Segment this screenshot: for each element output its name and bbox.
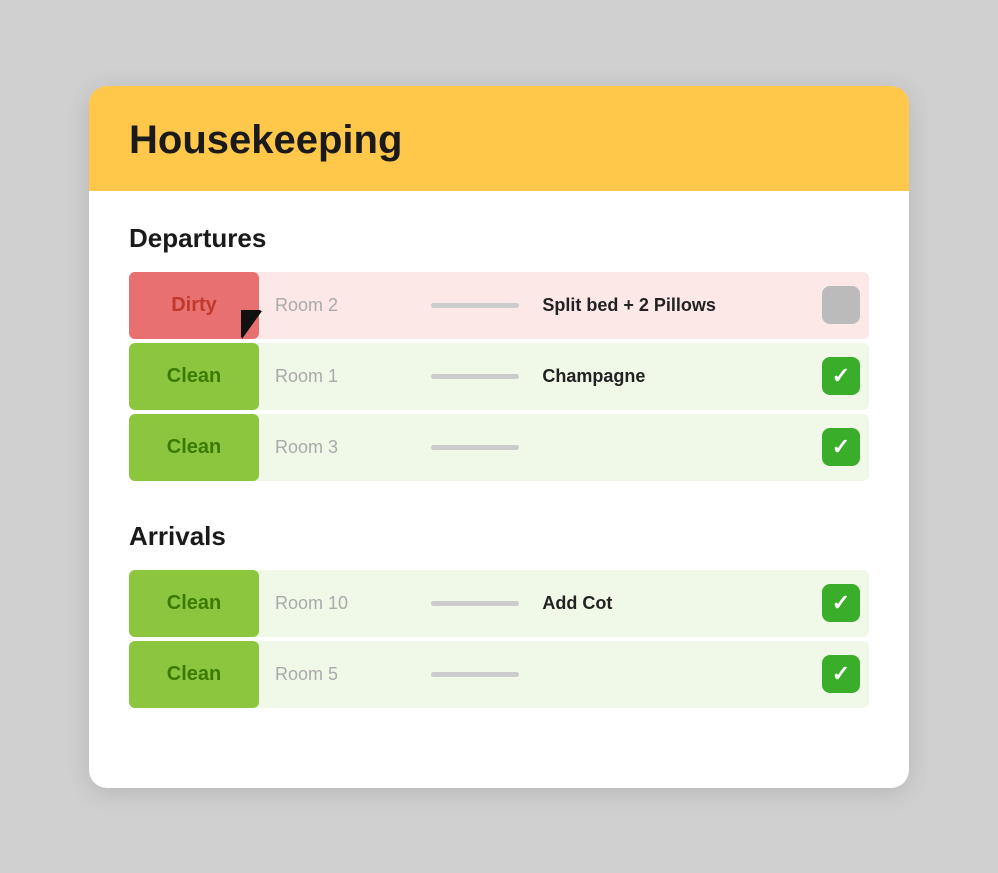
checkbox-checked-3[interactable]: ✓ <box>822 584 860 622</box>
status-badge-dirty[interactable]: Dirty <box>129 272 259 339</box>
status-badge-arrival-2[interactable]: Clean <box>129 641 259 708</box>
departure-row-1-wrapper: Dirty Room 2 Split bed + 2 Pillows <box>129 272 869 339</box>
checkbox-col-4[interactable]: ✓ <box>813 576 869 630</box>
departures-section: Departures Dirty Room 2 Split bed + 2 Pi… <box>129 223 869 481</box>
main-card: Housekeeping Departures Dirty Room 2 Spl… <box>89 86 909 788</box>
departure-row-2-wrapper: Clean Room 1 Champagne ✓ <box>129 343 869 410</box>
status-badge-arrival-1[interactable]: Clean <box>129 570 259 637</box>
checkbox-unchecked-1[interactable] <box>822 286 860 324</box>
checkbox-col-1[interactable] <box>813 278 869 332</box>
line-col-3 <box>420 427 530 468</box>
arrivals-title: Arrivals <box>129 521 869 552</box>
checkbox-checked-1[interactable]: ✓ <box>822 357 860 395</box>
departure-row-1: Dirty Room 2 Split bed + 2 Pillows <box>129 272 869 339</box>
note-col-4: Add Cot <box>530 575 813 632</box>
page-title: Housekeeping <box>129 118 869 163</box>
room-col-1: Room 2 <box>259 277 420 334</box>
room-col-3: Room 3 <box>259 419 420 476</box>
departure-row-3-wrapper: Clean Room 3 ✓ <box>129 414 869 481</box>
note-col-2: Champagne <box>530 348 813 405</box>
arrival-row-2-wrapper: Clean Room 5 ✓ <box>129 641 869 708</box>
room-col-4: Room 10 <box>259 575 420 632</box>
room-col-5: Room 5 <box>259 646 420 703</box>
arrival-row-2: Clean Room 5 ✓ <box>129 641 869 708</box>
checkbox-col-2[interactable]: ✓ <box>813 349 869 403</box>
checkbox-col-3[interactable]: ✓ <box>813 420 869 474</box>
arrival-row-1-wrapper: Clean Room 10 Add Cot ✓ <box>129 570 869 637</box>
page-content: Departures Dirty Room 2 Split bed + 2 Pi… <box>89 191 909 788</box>
arrivals-section: Arrivals Clean Room 10 Add Cot ✓ Clean R… <box>129 521 869 708</box>
status-badge-clean-1[interactable]: Clean <box>129 343 259 410</box>
line-col-2 <box>420 356 530 397</box>
departure-row-3: Clean Room 3 ✓ <box>129 414 869 481</box>
line-col-1 <box>420 285 530 326</box>
departure-row-2: Clean Room 1 Champagne ✓ <box>129 343 869 410</box>
arrival-row-1: Clean Room 10 Add Cot ✓ <box>129 570 869 637</box>
departures-title: Departures <box>129 223 869 254</box>
line-col-5 <box>420 654 530 695</box>
note-col-5 <box>530 656 813 692</box>
room-col-2: Room 1 <box>259 348 420 405</box>
page-header: Housekeeping <box>89 86 909 191</box>
checkbox-checked-2[interactable]: ✓ <box>822 428 860 466</box>
line-col-4 <box>420 583 530 624</box>
note-col-1: Split bed + 2 Pillows <box>530 277 813 334</box>
status-badge-clean-2[interactable]: Clean <box>129 414 259 481</box>
note-col-3 <box>530 429 813 465</box>
checkbox-col-5[interactable]: ✓ <box>813 647 869 701</box>
checkbox-checked-4[interactable]: ✓ <box>822 655 860 693</box>
